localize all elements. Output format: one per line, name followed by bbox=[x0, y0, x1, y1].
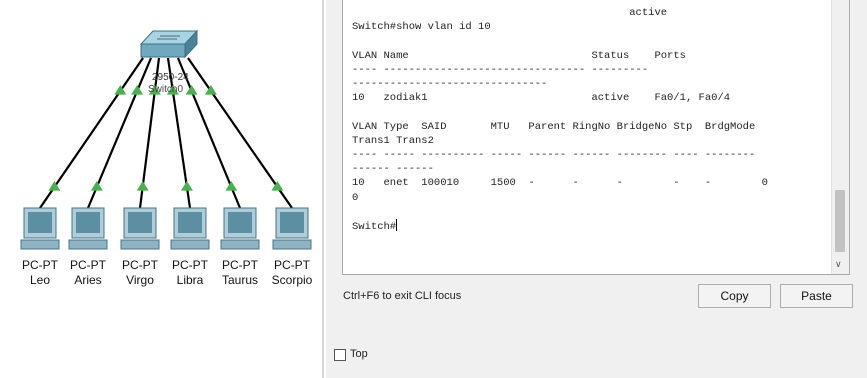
switch-model-label: 2950-24 bbox=[152, 72, 189, 83]
terminal-line: ---- -------------------------------- --… bbox=[352, 63, 649, 76]
cli-focus-hint: Ctrl+F6 to exit CLI focus bbox=[343, 290, 462, 302]
chevron-down-icon[interactable]: ∨ bbox=[835, 259, 842, 270]
pc-icon[interactable] bbox=[68, 207, 108, 250]
terminal-line: VLAN Name Status Ports bbox=[352, 49, 686, 62]
pc-model-label: PC-PT bbox=[22, 258, 58, 272]
pc-icon[interactable] bbox=[120, 207, 160, 250]
topology-diagram: 2950-24 Switch0 bbox=[20, 29, 312, 250]
terminal-line: VLAN Type SAID MTU Parent RingNo BridgeN… bbox=[352, 120, 756, 133]
cli-terminal[interactable]: active Switch#show vlan id 10 VLAN Name … bbox=[342, 0, 850, 275]
pc-icon[interactable] bbox=[170, 207, 210, 250]
text-cursor bbox=[396, 219, 398, 232]
terminal-line: 10 zodiak1 active Fa0/1, Fa0/4 bbox=[352, 92, 731, 105]
pc-icon[interactable] bbox=[220, 207, 260, 250]
terminal-line: ------ ------ bbox=[352, 163, 434, 176]
pc-name-label: Aries bbox=[74, 273, 102, 287]
pc-name-label: Libra bbox=[176, 273, 204, 287]
pc-name-label: Scorpio bbox=[271, 273, 313, 287]
pc-model-label: PC-PT bbox=[122, 258, 158, 272]
pc-name-label: Leo bbox=[29, 273, 51, 287]
terminal-line: active bbox=[352, 7, 668, 19]
terminal-output: active Switch#show vlan id 10 VLAN Name … bbox=[352, 6, 768, 234]
terminal-line: 10 enet 100010 1500 - - - - - 0 bbox=[352, 177, 768, 190]
terminal-scrollbar[interactable]: ∨ bbox=[831, 0, 849, 274]
link-status-switch-icon bbox=[131, 85, 144, 95]
pc-model-label: PC-PT bbox=[274, 258, 310, 272]
pc-icon[interactable] bbox=[20, 207, 60, 250]
link-status-pc-icon bbox=[225, 181, 238, 191]
pc-model-label: PC-PT bbox=[70, 258, 106, 272]
copy-button[interactable]: Copy bbox=[698, 284, 771, 308]
terminal-line: Switch#show vlan id 10 bbox=[352, 21, 491, 34]
scrollbar-thumb[interactable] bbox=[835, 190, 845, 252]
switch-name-label: Switch0 bbox=[148, 84, 183, 95]
pc-name-label: Taurus bbox=[221, 273, 259, 287]
terminal-line: Trans1 Trans2 bbox=[352, 134, 434, 147]
pc-label: PC-PT Taurus bbox=[214, 258, 266, 288]
pc-label: PC-PT Aries bbox=[62, 258, 114, 288]
pc-icon[interactable] bbox=[272, 207, 312, 250]
top-checkbox[interactable] bbox=[334, 349, 346, 361]
terminal-line: Switch# bbox=[352, 221, 397, 234]
pc-model-label: PC-PT bbox=[222, 258, 258, 272]
paste-button[interactable]: Paste bbox=[780, 284, 853, 308]
pc-name-label: Virgo bbox=[126, 273, 154, 287]
pc-label: PC-PT Leo bbox=[14, 258, 66, 288]
pc-group bbox=[20, 207, 312, 250]
link-status-switch-icon bbox=[185, 85, 198, 95]
link-status-pc-icon bbox=[90, 181, 103, 191]
terminal-line: ---- ----- ---------- ----- ------ -----… bbox=[352, 149, 756, 162]
pc-label: PC-PT Libra bbox=[164, 258, 216, 288]
pane-divider[interactable] bbox=[322, 0, 324, 378]
topology-canvas[interactable]: 2950-24 Switch0 PC-PT Leo PC-PT Aries PC-PT V… bbox=[0, 0, 322, 378]
top-checkbox-label: Top bbox=[350, 348, 368, 360]
pc-label: PC-PT Virgo bbox=[114, 258, 166, 288]
terminal-line: ------------------------------- bbox=[352, 78, 548, 91]
pc-label: PC-PT Scorpio bbox=[266, 258, 318, 288]
link-status-pc-icon bbox=[136, 181, 149, 191]
terminal-line: 0 bbox=[352, 191, 359, 204]
link-status-pc-icon bbox=[180, 181, 193, 191]
switch-icon[interactable] bbox=[139, 29, 199, 59]
pc-model-label: PC-PT bbox=[172, 258, 208, 272]
